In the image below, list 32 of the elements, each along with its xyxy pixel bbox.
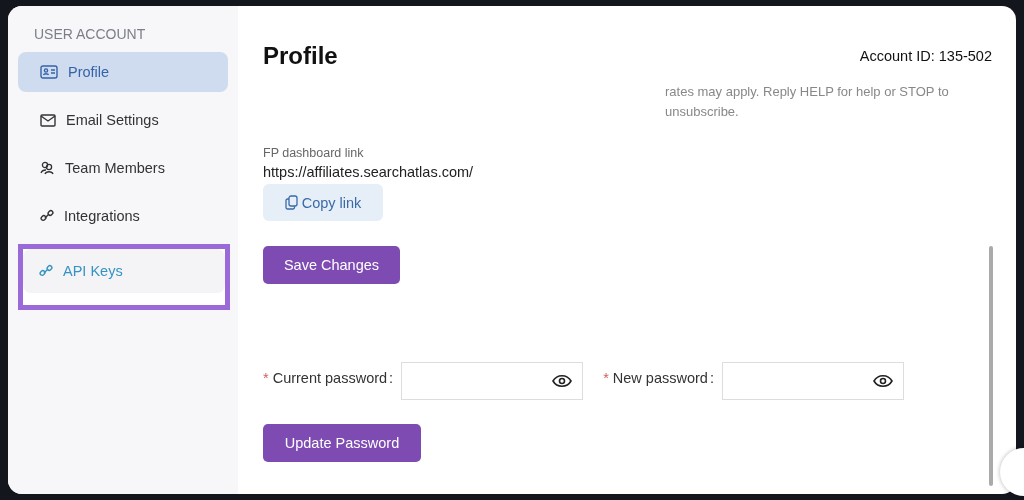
password-field[interactable] xyxy=(401,362,584,400)
sidebar-item[interactable]: API Keys xyxy=(23,249,225,293)
eye-icon[interactable] xyxy=(552,374,573,388)
account-id: Account ID: 135-502 xyxy=(859,48,992,64)
notice-text: unsubscribe. xyxy=(665,103,740,121)
update-password-button[interactable]: Update Password xyxy=(263,424,421,462)
mail-icon xyxy=(40,113,56,127)
label-colon: : xyxy=(389,370,394,386)
sidebar-item[interactable]: Integrations xyxy=(18,196,228,236)
copy-link-button[interactable]: Copy link xyxy=(263,184,383,221)
required-mark: * xyxy=(263,370,269,386)
link-icon xyxy=(39,264,53,278)
password-field[interactable] xyxy=(721,362,904,400)
scrollbar[interactable] xyxy=(989,246,993,486)
required-mark: * xyxy=(603,370,609,386)
save-changes-button[interactable]: Save Changes xyxy=(263,246,400,284)
sidebar-item[interactable]: Email Settings xyxy=(18,100,228,140)
eye-icon[interactable] xyxy=(872,374,893,388)
sidebar-heading: USER ACCOUNT xyxy=(34,26,147,42)
field-label: * New password xyxy=(603,370,708,386)
copy-icon xyxy=(284,195,298,210)
field-label: * Current password xyxy=(263,370,388,386)
id-card-icon xyxy=(40,65,58,79)
sidebar-item[interactable]: Profile xyxy=(18,52,228,92)
page-title: Profile xyxy=(263,42,338,70)
sidebar-item[interactable]: Team Members xyxy=(18,148,228,188)
link-icon xyxy=(40,209,54,223)
field-label: FP dashboard link xyxy=(263,146,365,160)
notice-text: rates may apply. Reply HELP for help or STOP to xyxy=(665,83,950,101)
label-colon: : xyxy=(709,370,714,386)
link-url: https://affiliates.searchatlas.com/ xyxy=(263,164,475,180)
users-icon xyxy=(40,161,55,175)
